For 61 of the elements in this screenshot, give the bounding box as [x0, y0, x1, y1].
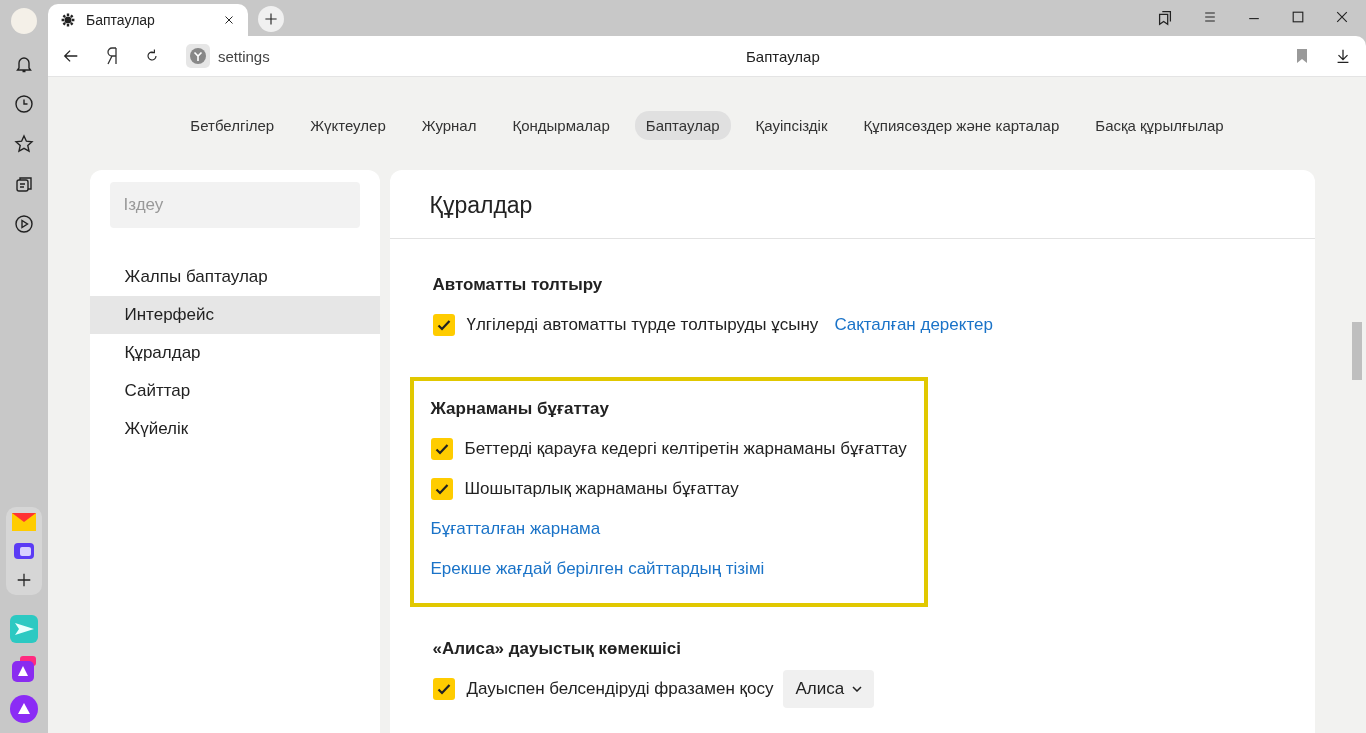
- nav-tab[interactable]: Қондырмалар: [501, 111, 621, 140]
- checkbox[interactable]: [430, 478, 453, 500]
- group-title: Автоматты толтыру: [432, 275, 604, 295]
- nav-tab[interactable]: Журнал: [410, 111, 488, 140]
- checkmark-icon: [433, 441, 450, 457]
- group-title: Жарнаманы бұғаттау: [430, 399, 610, 419]
- ya-logo-icon[interactable]: [106, 47, 118, 65]
- scrollbar-thumb[interactable]: [1352, 322, 1362, 380]
- sidebar-item[interactable]: Сайттар: [89, 372, 380, 410]
- cards-icon[interactable]: [14, 174, 34, 194]
- back-icon[interactable]: [62, 47, 80, 65]
- address-text[interactable]: settings: [218, 47, 270, 65]
- dropdown[interactable]: Алиса: [783, 670, 875, 708]
- menu-icon[interactable]: [1202, 9, 1218, 25]
- play-icon[interactable]: [14, 214, 34, 234]
- clock-icon[interactable]: [14, 94, 34, 114]
- maximize-icon[interactable]: [1290, 9, 1306, 25]
- link[interactable]: Сақталған деректер: [834, 315, 993, 335]
- star-icon[interactable]: [14, 134, 34, 154]
- browser-tab[interactable]: Баптаулар: [48, 4, 248, 36]
- checkbox-label: Дауыспен белсендіруді фразамен қосу: [466, 679, 774, 699]
- plus-icon[interactable]: [263, 11, 279, 27]
- nav-tab[interactable]: Бетбелгілер: [179, 111, 286, 140]
- plus-icon[interactable]: [15, 571, 33, 589]
- checkbox-label: Беттерді қарауға кедергі келтіретін жарнаманы бұғаттау: [464, 439, 907, 459]
- sidebar-item[interactable]: Жалпы баптаулар: [89, 258, 380, 296]
- checkbox-label: Шошытарлық жарнаманы бұғаттау: [464, 479, 739, 499]
- gear-icon[interactable]: [60, 12, 76, 28]
- site-icon: [186, 44, 210, 68]
- close-icon[interactable]: [1334, 9, 1350, 25]
- new-tab-button[interactable]: [258, 6, 284, 32]
- nav-tab[interactable]: Қауіпсіздік: [744, 111, 839, 140]
- section-title: Құралдар: [389, 170, 1315, 239]
- reload-icon[interactable]: [144, 48, 160, 64]
- checkmark-icon: [435, 317, 452, 333]
- group-title: «Алиса» дауыстық көмекшісі: [432, 639, 683, 659]
- checkbox-label: Үлгілерді автоматты түрде толтыруды ұсыну: [466, 315, 819, 335]
- bookmark-icon[interactable]: [1296, 48, 1308, 64]
- checkmark-icon: [433, 481, 450, 497]
- sidebar-item[interactable]: Жүйелік: [89, 410, 380, 448]
- nav-tab[interactable]: Құпиясөздер және карталар: [852, 111, 1071, 140]
- nav-tab[interactable]: Жүктеулер: [299, 111, 397, 140]
- checkbox[interactable]: [432, 314, 455, 336]
- assistant-icon[interactable]: [10, 695, 38, 723]
- link[interactable]: Бұғатталған жарнама: [430, 519, 601, 539]
- window-icon[interactable]: [13, 541, 35, 561]
- tab-title: Баптаулар: [86, 12, 156, 28]
- nav-tab[interactable]: Басқа құрылғылар: [1084, 111, 1235, 140]
- search-field[interactable]: Іздеу: [109, 182, 360, 228]
- nav-tab[interactable]: Баптаулар: [634, 111, 731, 140]
- sidebar-item[interactable]: Интерфейс: [89, 296, 380, 334]
- bell-icon[interactable]: [14, 54, 34, 74]
- sidebar-item[interactable]: Құралдар: [89, 334, 380, 372]
- checkbox[interactable]: [430, 438, 453, 460]
- page-title: Баптаулар: [744, 47, 821, 65]
- assistant-app-icon[interactable]: [10, 655, 38, 683]
- checkmark-icon: [435, 681, 452, 697]
- checkbox[interactable]: [432, 678, 455, 700]
- caret-icon: [852, 686, 863, 692]
- link[interactable]: Ерекше жағдай берілген сайттардың тізімі: [430, 559, 765, 579]
- bookmarks-icon[interactable]: [1156, 9, 1174, 27]
